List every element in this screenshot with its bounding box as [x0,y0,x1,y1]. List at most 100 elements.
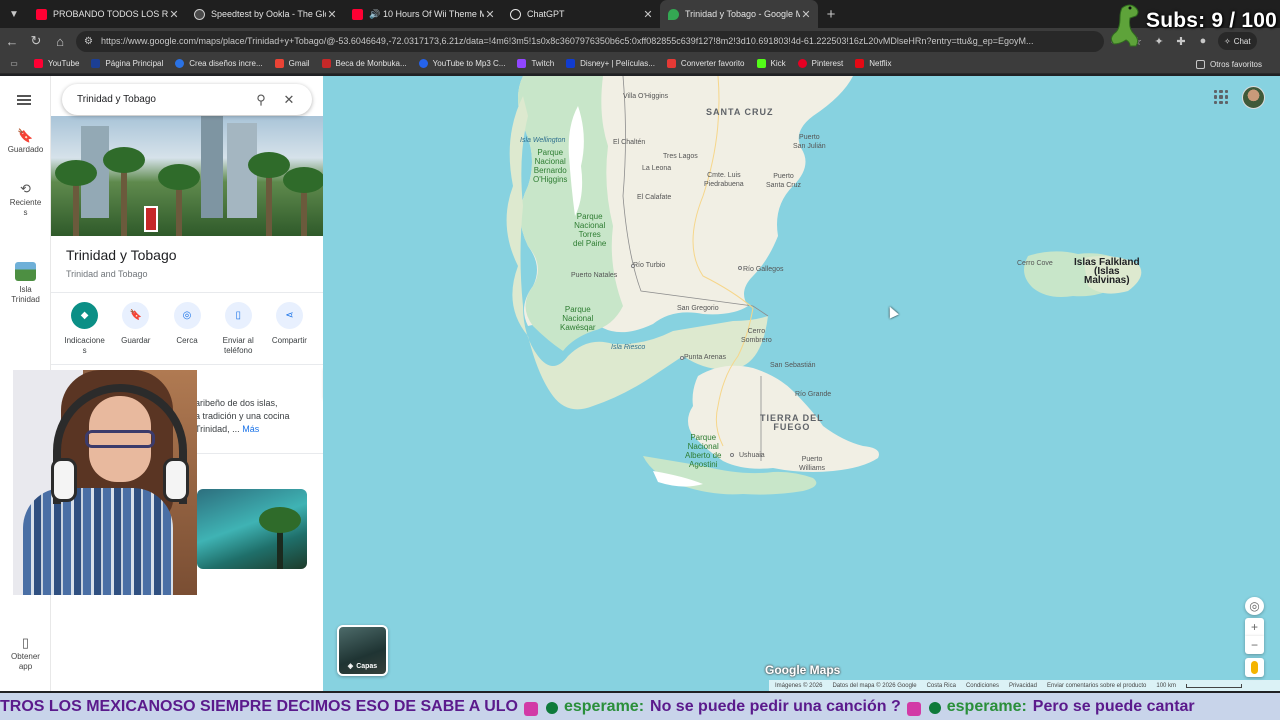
youtube-favicon-icon [36,8,47,20]
history-icon: ⟲ [20,181,31,196]
close-tab-icon[interactable]: ✕ [800,8,812,21]
close-tab-icon[interactable]: ✕ [484,8,496,21]
isla-trinidad-rail-item[interactable]: Isla Trinidad [0,262,51,305]
close-tab-icon[interactable]: ✕ [642,8,654,21]
map-label: Parque Nacional Torres del Paine [573,212,607,248]
share-button[interactable]: ⋖ Compartir [264,302,315,356]
tab-list-chevron-icon[interactable]: ▼ [0,0,28,28]
address-bar[interactable]: ⚙ https://www.google.com/maps/place/Trin… [76,30,1104,52]
place-hero-photo[interactable] [51,116,323,236]
map-canvas[interactable]: SANTA CRUZ Villa O'Higgins Isla Wellingt… [323,76,1280,691]
search-icon[interactable]: ⚲ [250,92,272,108]
bookmark-item[interactable]: Beca de Monbuka... [316,54,413,74]
extension-puzzle-icon[interactable]: ✚ [1170,30,1192,52]
palm-tree-shape [248,152,290,236]
send-to-phone-button[interactable]: ▯ Enviar al teléfono [213,302,264,356]
bookmark-item[interactable]: YouTube to Mp3 C... [413,54,512,74]
more-link[interactable]: Más [242,424,259,434]
action-label: s [82,346,87,355]
map-label: Puerto Williams [799,456,826,472]
browser-tab[interactable]: 🔊 10 Hours Of Wii Theme Music ✕ [344,0,502,28]
site-info-icon[interactable]: ⚙ [84,36,93,47]
browser-tab[interactable]: ChatGPT ✕ [502,0,660,28]
gem-badge-icon [928,701,941,714]
bookmark-item[interactable]: Netflix [849,54,897,74]
google-maps-logo: Google Maps [765,663,841,677]
extension-icon[interactable]: ✦ [1148,30,1170,52]
reload-icon[interactable]: ↻ [24,29,48,53]
apps-icon[interactable]: ▭ [0,54,28,74]
saved-rail-item[interactable]: 🔖 Guardado [0,129,51,155]
bookmark-label: Kick [770,59,786,68]
tab-title: 10 Hours Of Wii Theme Music [383,9,484,19]
map-label: Cmte. Luis Piedrabuena [704,172,744,188]
gem-badge-icon [545,701,558,714]
bookmark-item[interactable]: Disney+ | Películas... [560,54,661,74]
chat-username: esperame: [563,697,645,715]
bookmark-item[interactable]: Pinterest [792,54,850,74]
get-app-rail-item[interactable]: ▯ Obtener app [0,636,51,672]
new-tab-button[interactable]: + [818,6,844,23]
bookmark-item[interactable]: YouTube [28,54,85,74]
chat-username: esperame: [946,697,1027,715]
my-location-button[interactable]: ◎ [1245,597,1264,615]
browser-tab-active[interactable]: Trinidad y Tobago - Google Maps ✕ [660,0,818,28]
country-link[interactable]: Costa Rica [927,683,956,689]
menu-icon[interactable] [17,95,31,105]
chat-message: No se puede pedir una canción ? [650,697,901,715]
gmail-icon [274,59,284,68]
pinterest-icon [797,59,807,68]
palm-tree-shape [283,167,323,236]
place-photo[interactable] [197,489,307,569]
screen: ▼ PROBANDO TODOS LOS RAMEN ✕ Speedtest b… [0,0,1280,720]
zoom-out-button[interactable]: − [1245,636,1264,654]
terms-link[interactable]: Condiciones [966,683,999,689]
map-label: Parque Nacional Bernardo O'Higgins [533,148,568,184]
maps-search-box: ⚲ ✕ [62,84,312,115]
map-label: Río Turbio [633,262,666,269]
site-icon [321,59,331,68]
home-icon[interactable]: ⌂ [48,29,72,53]
browser-tab[interactable]: PROBANDO TODOS LOS RAMEN ✕ [28,0,186,28]
map-label: Río Grande [795,391,832,398]
other-bookmarks-folder[interactable]: Otros favoritos [1190,54,1268,74]
palm-tree-shape [158,164,200,236]
street-view-pegman-icon[interactable] [1245,658,1264,677]
youtube-icon [34,59,43,68]
feedback-link[interactable]: Enviar comentarios sobre el producto [1047,683,1146,689]
action-label: Compartir [271,336,307,345]
bookmark-item[interactable]: Converter favorito [661,54,751,74]
map-label: Islas Falkland (Islas Malvinas) [1074,257,1140,286]
account-avatar[interactable] [1242,86,1265,109]
browser-tab[interactable]: Speedtest by Ookla - The Global B ✕ [186,0,344,28]
twitch-icon [517,59,527,68]
profile-icon[interactable]: ● [1192,30,1214,52]
nearby-button[interactable]: ◎ Cerca [161,302,212,356]
bookmark-item[interactable]: Kick [751,54,792,74]
site-icon [91,59,101,68]
bookmark-item[interactable]: Página Principal [85,54,169,74]
search-input[interactable] [77,94,244,105]
bookmark-item[interactable]: Gmail [269,54,316,74]
subs-counter: Subs: 9 / 100 [1146,9,1277,32]
scale-label[interactable]: 100 km [1156,683,1176,689]
directions-button[interactable]: ◆ Indicacione s [59,302,110,356]
back-arrow-icon[interactable]: ← [0,29,24,53]
download-icon [418,59,428,68]
heart-badge-icon [906,701,921,716]
bookmark-item[interactable]: Twitch [511,54,560,74]
zoom-in-button[interactable]: + [1245,618,1264,636]
layers-button[interactable]: ◈ Capas [337,625,388,676]
close-tab-icon[interactable]: ✕ [168,8,180,21]
bookmark-item[interactable]: Crea diseños incre... [169,54,268,74]
google-apps-icon[interactable] [1214,90,1228,104]
recent-rail-item[interactable]: ⟲ Reciente s [0,181,51,218]
bookmark-label: Beca de Monbuka... [335,59,407,68]
privacy-link[interactable]: Privacidad [1009,683,1037,689]
nearby-icon: ◎ [173,302,201,329]
close-icon[interactable]: ✕ [278,92,300,108]
close-tab-icon[interactable]: ✕ [326,8,338,21]
chat-button[interactable]: ✧ Chat [1218,32,1257,50]
save-button[interactable]: 🔖 Guardar [110,302,161,356]
rail-label: Isla [19,285,32,294]
